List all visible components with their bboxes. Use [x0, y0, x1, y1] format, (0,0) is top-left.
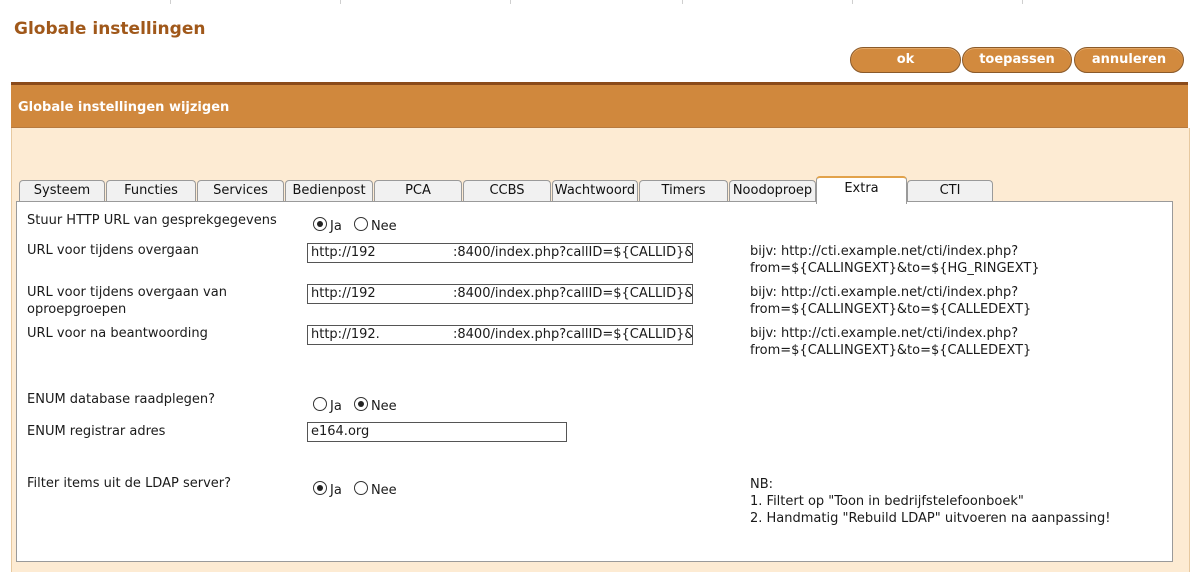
url-ringing-groups-hint-line2: from=${CALLINGEXT}&to=${CALLEDEXT}	[750, 302, 1032, 317]
url-answered-value-start: http://192.	[311, 327, 380, 342]
url-ringing-value-end: :8400/index.php?callID=${CALLID}&fro	[453, 245, 693, 260]
http-url-no-radio[interactable]	[353, 217, 368, 231]
url-answered-input[interactable]: http://192. :8400/index.php?callID=${CAL…	[307, 325, 693, 345]
url-answered-hint-line1: bijv: http://cti.example.net/cti/index.p…	[750, 326, 1019, 341]
http-url-yes-radio[interactable]	[313, 217, 327, 231]
url-ringing-groups-label-line2: oproepgroepen	[27, 302, 127, 317]
enum-registrar-label: ENUM registrar adres	[27, 424, 166, 439]
ldap-filter-no-radio[interactable]	[353, 481, 368, 495]
enum-db-radio-group: Ja Nee	[313, 397, 405, 414]
url-ringing-groups-input[interactable]: http://192 :8400/index.php?callID=${CALL…	[307, 284, 693, 304]
url-ringing-input[interactable]: http://192 :8400/index.php?callID=${CALL…	[307, 243, 693, 263]
top-divider	[510, 0, 511, 4]
ldap-note-line3: 2. Handmatig "Rebuild LDAP" uitvoeren na…	[750, 511, 1111, 526]
url-answered-label: URL voor na beantwoording	[27, 326, 208, 341]
panel-header-title: Globale instellingen wijzigen	[18, 100, 230, 115]
url-ringing-value-start: http://192	[311, 245, 376, 260]
tab-functies[interactable]: Functies	[106, 180, 196, 201]
top-divider	[682, 0, 683, 4]
ldap-filter-no-label: Nee	[370, 483, 397, 498]
url-ringing-label: URL voor tijdens overgaan	[27, 243, 199, 258]
enum-db-yes-label: Ja	[330, 399, 342, 414]
enum-db-yes-radio[interactable]	[313, 397, 327, 411]
top-divider	[852, 0, 853, 4]
tab-cti[interactable]: CTI	[907, 180, 993, 201]
ldap-note-line1: NB:	[750, 477, 774, 492]
url-ringing-hint-line1: bijv: http://cti.example.net/cti/index.p…	[750, 244, 1019, 259]
ldap-note-line2: 1. Filtert op "Toon in bedrijfstelefoonb…	[750, 494, 1024, 509]
http-url-label: Stuur HTTP URL van gesprekgegevens	[27, 213, 277, 228]
url-answered-hint-line2: from=${CALLINGEXT}&to=${CALLEDEXT}	[750, 343, 1032, 358]
ldap-filter-yes-radio[interactable]	[313, 481, 327, 495]
top-divider	[340, 0, 341, 4]
http-url-yes-label: Ja	[330, 219, 342, 234]
url-ringing-groups-hint-line1: bijv: http://cti.example.net/cti/index.p…	[750, 285, 1019, 300]
tab-services[interactable]: Services	[197, 180, 284, 201]
cancel-button[interactable]: annuleren	[1074, 47, 1184, 73]
enum-db-no-radio[interactable]	[353, 397, 368, 411]
tab-noodoproep[interactable]: Noodoproep	[729, 180, 816, 201]
tab-systeem[interactable]: Systeem	[19, 180, 105, 201]
tab-ccbs[interactable]: CCBS	[463, 180, 551, 201]
url-answered-value-end: :8400/index.php?callID=${CALLID}&fro	[453, 327, 693, 342]
tab-bedienpost[interactable]: Bedienpost	[285, 180, 373, 201]
ldap-filter-radio-group: Ja Nee	[313, 481, 405, 498]
url-ringing-groups-value-end: :8400/index.php?callID=${CALLID}&fro	[453, 286, 693, 301]
panel-header: Globale instellingen wijzigen	[11, 85, 1188, 128]
tab-pca[interactable]: PCA	[374, 180, 462, 201]
top-divider	[1022, 0, 1023, 4]
tab-timers[interactable]: Timers	[639, 180, 728, 201]
url-ringing-groups-label-line1: URL voor tijdens overgaan van	[27, 285, 227, 300]
tab-wachtwoord[interactable]: Wachtwoord	[552, 180, 638, 201]
apply-button[interactable]: toepassen	[962, 47, 1072, 73]
http-url-no-label: Nee	[370, 219, 397, 234]
ldap-filter-yes-label: Ja	[330, 483, 342, 498]
url-ringing-groups-value-start: http://192	[311, 286, 376, 301]
tab-extra[interactable]: Extra	[816, 176, 907, 204]
enum-db-label: ENUM database raadplegen?	[27, 392, 215, 407]
ldap-filter-label: Filter items uit de LDAP server?	[27, 476, 232, 491]
ok-button[interactable]: ok	[850, 47, 961, 73]
http-url-radio-group: Ja Nee	[313, 217, 405, 234]
page-title: Globale instellingen	[14, 19, 206, 39]
url-ringing-hint-line2: from=${CALLINGEXT}&to=${HG_RINGEXT}	[750, 261, 1040, 276]
top-divider	[170, 0, 171, 4]
enum-registrar-input[interactable]: e164.org	[307, 422, 567, 442]
enum-db-no-label: Nee	[370, 399, 397, 414]
